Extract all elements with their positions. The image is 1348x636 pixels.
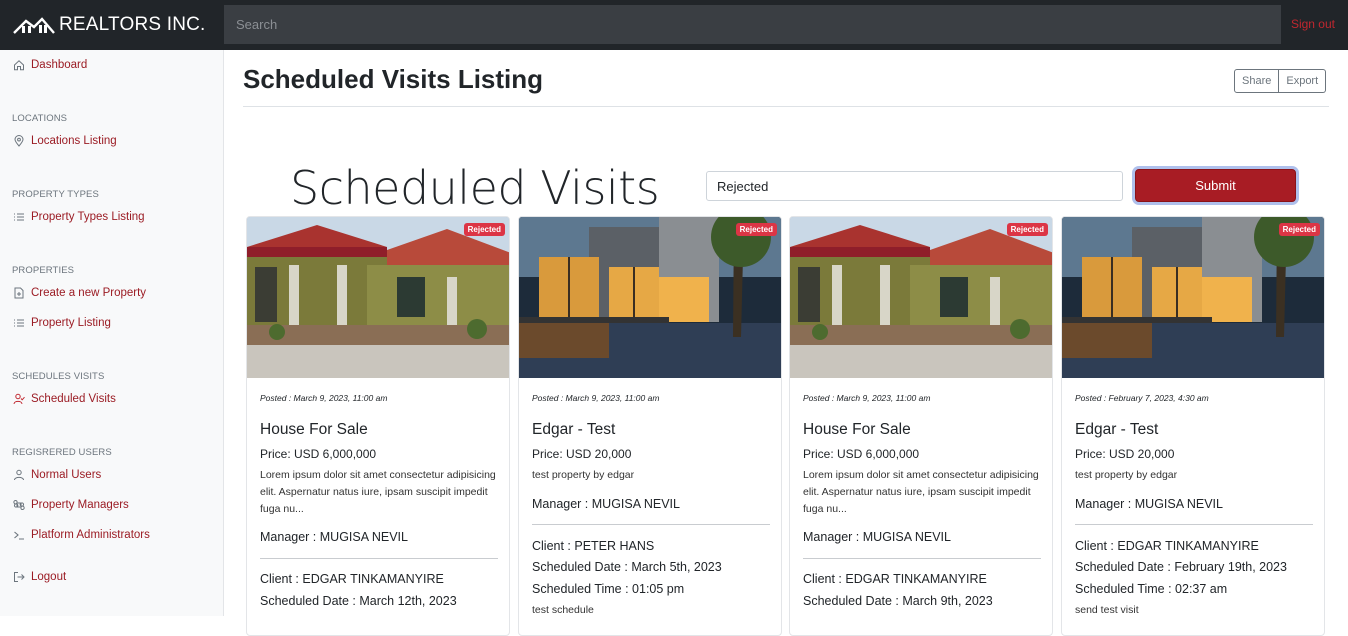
sidebar-item-property-managers[interactable]: Property Managers [12, 498, 129, 511]
sidebar-item-scheduled-visits[interactable]: Scheduled Visits [12, 392, 116, 405]
client-name: Client : EDGAR TINKAMANYIRE [260, 572, 444, 586]
property-title[interactable]: House For Sale [260, 421, 368, 439]
property-description: test property by edgar [1075, 469, 1178, 481]
sidebar-item-platform-administrators[interactable]: Platform Administrators [12, 528, 150, 541]
property-description: Lorem ipsum dolor sit amet consectetur a… [803, 469, 1039, 515]
posted-date: Posted : February 7, 2023, 4:30 am [1075, 393, 1209, 403]
sidebar-item-label: Property Types Listing [31, 210, 145, 223]
property-description: Lorem ipsum dolor sit amet consectetur a… [260, 469, 496, 515]
list-icon [12, 210, 25, 223]
sidebar-item-create-property[interactable]: Create a new Property [12, 286, 146, 299]
sidebar-item-normal-users[interactable]: Normal Users [12, 468, 101, 481]
client-name: Client : PETER HANS [532, 539, 655, 553]
sidebar-item-label: Scheduled Visits [31, 392, 116, 405]
property-price: Price: USD 20,000 [532, 447, 632, 461]
property-image [519, 217, 781, 378]
sidebar-item-label: Logout [31, 570, 67, 583]
status-badge: Rejected [463, 223, 505, 236]
manager-name: Manager : MUGISA NEVIL [260, 530, 408, 544]
sidebar-heading-property-types: PROPERTY TYPES [12, 189, 99, 200]
search-input[interactable] [224, 5, 1281, 44]
sidebar-item-label: Locations Listing [31, 134, 117, 147]
card-divider [803, 558, 1041, 559]
property-image [247, 217, 509, 378]
sidebar-item-label: Property Listing [31, 316, 111, 329]
sidebar-item-property-listing[interactable]: Property Listing [12, 316, 111, 329]
card-divider [260, 558, 498, 559]
client-name: Client : EDGAR TINKAMANYIRE [803, 572, 987, 586]
terminal-icon [12, 528, 25, 541]
sidebar-item-logout[interactable]: Logout [12, 570, 66, 583]
property-price: Price: USD 6,000,000 [260, 447, 377, 461]
sidebar-item-dashboard[interactable]: Dashboard [12, 58, 87, 71]
card-divider [1075, 524, 1313, 525]
sidebar-item-locations-listing[interactable]: Locations Listing [12, 134, 117, 147]
sidebar: Dashboard LOCATIONS Locations Listing PR… [0, 50, 224, 616]
manager-name: Manager : MUGISA NEVIL [1075, 497, 1223, 511]
scheduled-date: Scheduled Date : March 12th, 2023 [260, 594, 457, 608]
property-image [1062, 217, 1324, 378]
logout-icon [12, 570, 25, 583]
visit-note: send test visit [1075, 604, 1139, 616]
sidebar-item-label: Normal Users [31, 468, 102, 481]
property-price: Price: USD 20,000 [1075, 447, 1175, 461]
status-filter-input[interactable] [706, 171, 1123, 201]
property-price: Price: USD 6,000,000 [803, 447, 920, 461]
page-title: Scheduled Visits Listing [243, 64, 544, 94]
sidebar-item-label: Platform Administrators [31, 528, 150, 541]
header-divider [243, 106, 1329, 107]
manager-name: Manager : MUGISA NEVIL [532, 497, 680, 511]
status-badge: Rejected [735, 223, 777, 236]
property-description: test property by edgar [532, 469, 635, 481]
scheduled-date: Scheduled Date : March 5th, 2023 [532, 560, 722, 574]
brand-name: REALTORS INC. [59, 14, 206, 35]
section-heading: Scheduled Visits [290, 161, 660, 215]
scheduled-time: Scheduled Time : 01:05 pm [532, 582, 685, 596]
property-title[interactable]: Edgar - Test [532, 421, 615, 439]
user-icon [12, 468, 25, 481]
card-divider [532, 524, 770, 525]
visit-card[interactable]: Rejected Posted : February 7, 2023, 4:30… [1061, 216, 1325, 636]
list-icon [12, 316, 25, 329]
scheduled-date: Scheduled Date : February 19th, 2023 [1075, 560, 1287, 574]
house-logo-icon [13, 17, 55, 34]
brand[interactable]: REALTORS INC. [0, 0, 224, 50]
command-icon [12, 498, 25, 511]
sidebar-heading-users: REGISRERED USERS [12, 447, 112, 458]
share-button[interactable]: Share [1234, 69, 1280, 93]
visit-card[interactable]: Rejected Posted : March 9, 2023, 11:00 a… [518, 216, 782, 636]
sidebar-heading-properties: PROPERTIES [12, 265, 75, 276]
sidebar-heading-schedules: SCHEDULES VISITS [12, 371, 105, 382]
client-name: Client : EDGAR TINKAMANYIRE [1075, 539, 1259, 553]
sidebar-heading-locations: LOCATIONS [12, 113, 68, 124]
user-check-icon [12, 392, 25, 405]
property-image [790, 217, 1052, 378]
property-title[interactable]: House For Sale [803, 421, 911, 439]
visit-card[interactable]: Rejected Posted : March 9, 2023, 11:00 a… [246, 216, 510, 636]
posted-date: Posted : March 9, 2023, 11:00 am [803, 393, 931, 403]
sidebar-item-label: Property Managers [31, 498, 129, 511]
file-plus-icon [12, 286, 25, 299]
visit-note: test schedule [532, 604, 594, 616]
posted-date: Posted : March 9, 2023, 11:00 am [532, 393, 660, 403]
sidebar-item-property-types-listing[interactable]: Property Types Listing [12, 210, 145, 223]
sign-out-link[interactable]: Sign out [1291, 17, 1335, 31]
home-icon [12, 58, 25, 71]
map-pin-icon [12, 134, 25, 147]
page-actions: Share Export [1234, 69, 1327, 93]
posted-date: Posted : March 9, 2023, 11:00 am [260, 393, 388, 403]
export-button[interactable]: Export [1279, 69, 1327, 93]
submit-button[interactable]: Submit [1135, 169, 1296, 202]
scheduled-time: Scheduled Time : 02:37 am [1075, 582, 1228, 596]
status-badge: Rejected [1278, 223, 1320, 236]
visit-card[interactable]: Rejected Posted : March 9, 2023, 11:00 a… [789, 216, 1053, 636]
status-badge: Rejected [1006, 223, 1048, 236]
sidebar-item-label: Create a new Property [31, 286, 147, 299]
top-navbar: REALTORS INC. Sign out [0, 0, 1348, 50]
sidebar-item-label: Dashboard [31, 58, 88, 71]
manager-name: Manager : MUGISA NEVIL [803, 530, 951, 544]
scheduled-date: Scheduled Date : March 9th, 2023 [803, 594, 993, 608]
property-title[interactable]: Edgar - Test [1075, 421, 1158, 439]
